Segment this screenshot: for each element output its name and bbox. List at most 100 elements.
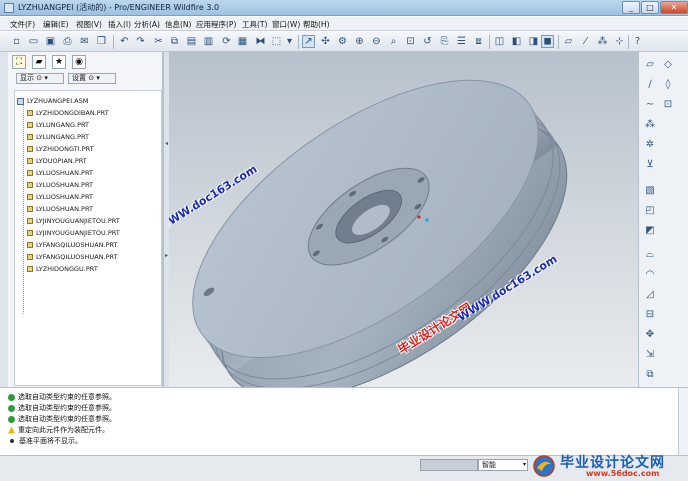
part-icon	[27, 194, 33, 200]
tree-part-item[interactable]: LYFANGQILUOSHUAN.PRT	[27, 253, 118, 261]
copy-icon[interactable]: ⧉	[168, 35, 181, 48]
menu-help[interactable]: 帮助(H)	[303, 19, 330, 30]
datum-plane-icon[interactable]: ▱	[562, 35, 575, 48]
graphics-window[interactable]: 毕业设计论文网 WWW.doc163.com 毕业设计论文网 WWW.doc16…	[169, 52, 638, 387]
view-manager-icon[interactable]: ⧈	[472, 35, 485, 48]
datum-plane-tool-icon[interactable]: ▱	[643, 58, 657, 72]
paste-special-icon[interactable]: ▥	[202, 35, 215, 48]
copy-file-icon[interactable]: ❐	[95, 35, 108, 48]
browser-tab-icon[interactable]: ◉	[72, 55, 86, 69]
hidden-line-icon[interactable]: ◧	[510, 35, 523, 48]
saved-views-icon[interactable]: ⎘	[438, 35, 451, 48]
datum-plane-secondary-icon[interactable]: ◇	[661, 58, 675, 72]
tree-part-item[interactable]: LYJINYOUGUANJIETOU.PRT	[27, 229, 120, 237]
paste-icon[interactable]: ▤	[185, 35, 198, 48]
tree-part-item[interactable]: LYLUOSHUAN.PRT	[27, 181, 93, 189]
tree-part-item[interactable]: LYDUOPIAN.PRT	[27, 157, 87, 165]
layers-icon[interactable]: ☰	[455, 35, 468, 48]
menu-info[interactable]: 信息(N)	[165, 19, 191, 30]
display-dropdown[interactable]: 显示 ⊙ ▾	[16, 73, 64, 84]
merge-tool-icon[interactable]: ⧉	[643, 368, 657, 382]
menu-analysis[interactable]: 分析(A)	[134, 19, 160, 30]
hole-tool-icon[interactable]: ⌓	[643, 248, 657, 262]
datum-axis-icon[interactable]: ⁄	[579, 35, 592, 48]
message-scrollbar[interactable]	[678, 388, 688, 456]
datum-curve-secondary-icon[interactable]: ⊡	[661, 98, 675, 112]
regenerate-icon[interactable]: ⟳	[220, 35, 233, 48]
settings-dropdown[interactable]: 设置 ⊙ ▾	[68, 73, 116, 84]
tree-part-item[interactable]: LYLUNGANG.PRT	[27, 133, 89, 141]
model-tree-panel: ⛶ ▰ ★ ◉ 显示 ⊙ ▾ 设置 ⊙ ▾ LYZHUANGPEI.ASM LY…	[8, 52, 163, 387]
sketch-tool-icon[interactable]: ◩	[643, 224, 657, 238]
model-player-icon[interactable]: ▦	[236, 35, 249, 48]
menu-tools[interactable]: 工具(T)	[242, 19, 267, 30]
find-icon[interactable]: ⧓	[254, 35, 267, 48]
redo-icon[interactable]: ↷	[134, 35, 147, 48]
part-icon	[27, 122, 33, 128]
menu-bar: 文件(F) 编辑(E) 视图(V) 插入(I) 分析(A) 信息(N) 应用程序…	[0, 17, 688, 31]
csys-icon[interactable]: ⊹	[613, 35, 626, 48]
menu-insert[interactable]: 插入(I)	[108, 19, 131, 30]
select-dropdown-icon[interactable]: ▾	[283, 35, 296, 48]
reorient-icon[interactable]: ↺	[421, 35, 434, 48]
spin-center-icon[interactable]: ✣	[319, 35, 332, 48]
undo-icon[interactable]: ↶	[118, 35, 131, 48]
datum-axis-secondary-icon[interactable]: ◊	[661, 78, 675, 92]
shell-tool-icon[interactable]: ⊟	[643, 308, 657, 322]
csys-tool-icon[interactable]: ✲	[643, 138, 657, 152]
tree-part-item[interactable]: LYZHIDONGDIBAN.PRT	[27, 109, 109, 117]
menu-applications[interactable]: 应用程序(P)	[196, 19, 236, 30]
assemble-component-icon[interactable]: ▧	[643, 184, 657, 198]
save-icon[interactable]: ▣	[44, 35, 57, 48]
model-tree-tab-icon[interactable]: ⛶	[12, 55, 26, 69]
tree-part-item[interactable]: LYLUOSHUAN.PRT	[27, 205, 93, 213]
tree-root-assembly[interactable]: LYZHUANGPEI.ASM	[17, 97, 88, 105]
tree-part-item[interactable]: LYJINYOUGUANJIETOU.PRT	[27, 217, 120, 225]
datum-curve-tool-icon[interactable]: ∼	[643, 98, 657, 112]
zoom-in-icon[interactable]: ⊕	[353, 35, 366, 48]
window-title: LYZHUANGPEI (活动的) - Pro/ENGINEER Wildfir…	[18, 3, 220, 12]
create-component-icon[interactable]: ◰	[643, 204, 657, 218]
cut-icon[interactable]: ✂	[152, 35, 165, 48]
tree-part-item[interactable]: LYFANGQILUOSHUAN.PRT	[27, 241, 118, 249]
round-tool-icon[interactable]: ◠	[643, 268, 657, 282]
menu-file[interactable]: 文件(F)	[10, 19, 35, 30]
pattern-tool-icon[interactable]: ✥	[643, 328, 657, 342]
mirror-tool-icon[interactable]: ⇲	[643, 348, 657, 362]
tree-part-item[interactable]: LYLUOSHUAN.PRT	[27, 193, 93, 201]
shading-icon[interactable]: ◼	[541, 35, 554, 48]
selection-filter[interactable]: 智能 ▾	[478, 459, 528, 471]
maximize-button[interactable]: □	[641, 1, 659, 14]
context-help-icon[interactable]: ?	[631, 35, 644, 48]
zoom-window-icon[interactable]: ⌕	[387, 35, 400, 48]
tree-part-item[interactable]: LYLUOSHUAN.PRT	[27, 169, 93, 177]
favorites-tab-icon[interactable]: ★	[52, 55, 66, 69]
analysis-tool-icon[interactable]: ⊻	[643, 158, 657, 172]
email-icon[interactable]: ✉	[78, 35, 91, 48]
open-icon[interactable]: ▭	[27, 35, 40, 48]
refit-icon[interactable]: ⊡	[404, 35, 417, 48]
close-button[interactable]: ✕	[660, 1, 688, 14]
minimize-button[interactable]: _	[622, 1, 640, 14]
menu-edit[interactable]: 编辑(E)	[43, 19, 69, 30]
chamfer-tool-icon[interactable]: ◿	[643, 288, 657, 302]
no-hidden-icon[interactable]: ◨	[527, 35, 540, 48]
tree-part-item[interactable]: LYZHIDONGGU.PRT	[27, 265, 98, 273]
select-box-icon[interactable]: ⬚	[270, 35, 283, 48]
zoom-out-icon[interactable]: ⊖	[370, 35, 383, 48]
folder-browser-tab-icon[interactable]: ▰	[32, 55, 46, 69]
left-strip	[0, 52, 8, 387]
datum-axis-tool-icon[interactable]: ∕	[643, 78, 657, 92]
print-icon[interactable]: ⎙	[61, 35, 74, 48]
wireframe-icon[interactable]: ◫	[493, 35, 506, 48]
orient-icon[interactable]: ⚙	[336, 35, 349, 48]
new-icon[interactable]: ▫	[10, 35, 23, 48]
datum-point-tool-icon[interactable]: ⁂	[643, 118, 657, 132]
datum-marker	[425, 218, 429, 222]
repaint-icon[interactable]: ↗	[302, 35, 315, 48]
tree-part-item[interactable]: LYLUNGANG.PRT	[27, 121, 89, 129]
datum-point-icon[interactable]: ⁂	[596, 35, 609, 48]
menu-view[interactable]: 视图(V)	[76, 19, 102, 30]
tree-part-item[interactable]: LYZHIDONGTI.PRT	[27, 145, 94, 153]
menu-window[interactable]: 窗口(W)	[272, 19, 300, 30]
